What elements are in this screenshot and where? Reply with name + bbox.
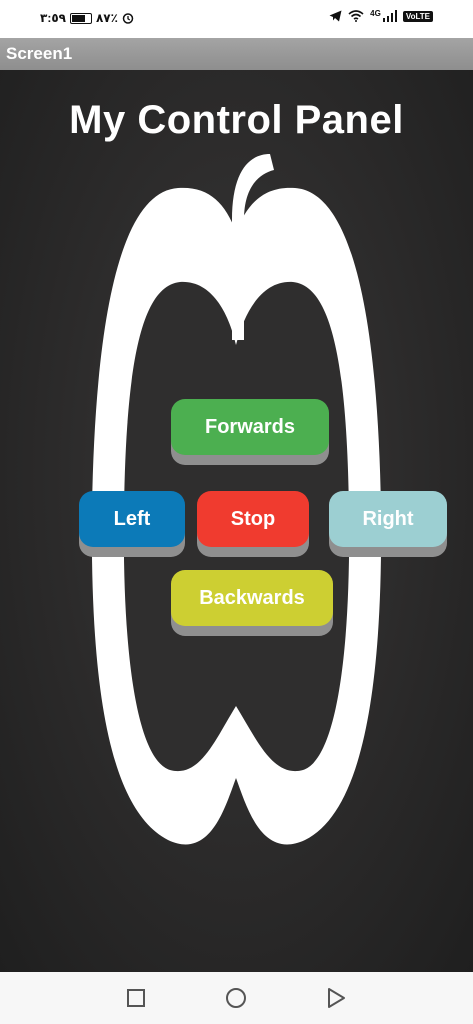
alarm-icon [122,13,134,24]
status-right: 4G VoLTE [329,8,433,22]
home-button[interactable] [222,984,250,1012]
left-button[interactable]: Left [79,491,185,547]
wifi-icon [348,10,364,22]
status-left: ٣:٥٩ ٨٧٪ [40,11,134,25]
recent-apps-icon [127,989,145,1007]
stop-button[interactable]: Stop [197,491,309,547]
recent-apps-button[interactable] [122,984,150,1012]
backwards-button[interactable]: Backwards [171,570,333,626]
screen-title: Screen1 [6,44,73,63]
status-time: ٣:٥٩ [40,11,66,25]
network-type: 4G [370,8,381,18]
right-button[interactable]: Right [329,491,447,547]
control-panel-screen: My Control Panel Forwards Left Stop Righ… [0,70,473,972]
battery-icon [69,12,92,24]
volte-badge: VoLTE [402,10,433,22]
battery-percent: ٨٧٪ [95,11,118,25]
back-icon [328,988,345,1008]
forwards-button[interactable]: Forwards [171,399,329,455]
panel-title: My Control Panel [69,98,404,142]
navigation-bar [0,972,473,1024]
screen-title-bar: Screen1 [0,38,473,70]
home-icon [226,988,246,1008]
telegram-icon [329,10,342,22]
signal-icon [382,10,397,22]
back-button[interactable] [322,984,350,1012]
status-bar: ٣:٥٩ ٨٧٪ 4G VoLTE [0,0,473,38]
